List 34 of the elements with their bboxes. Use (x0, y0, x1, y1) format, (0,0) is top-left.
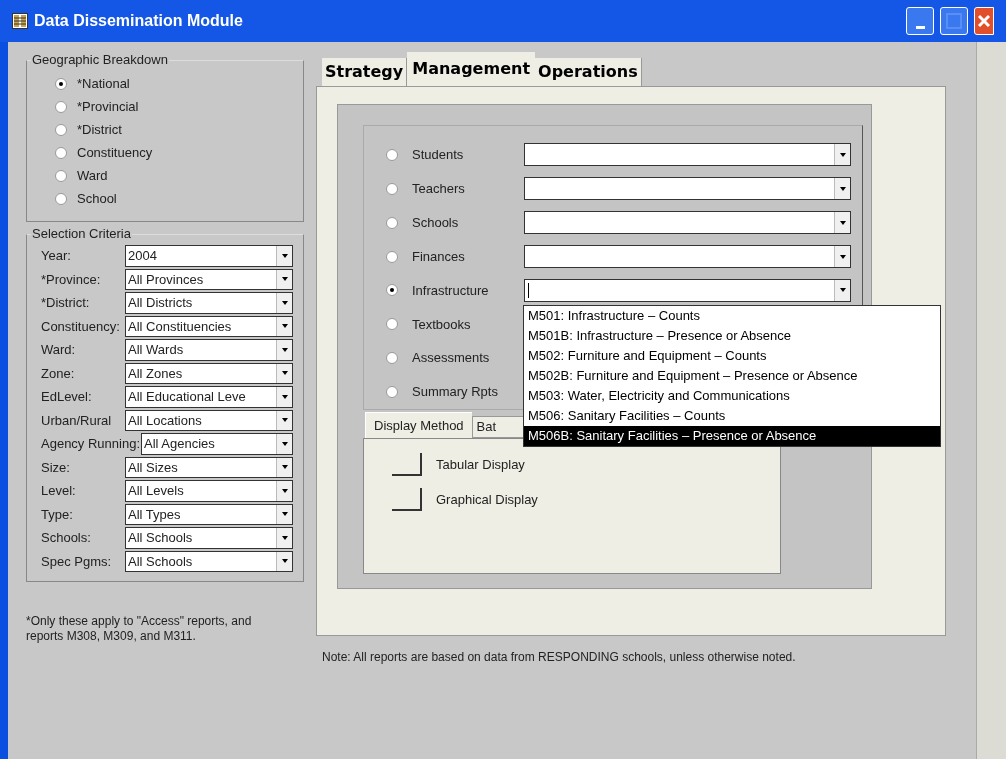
field-label: EdLevel: (41, 388, 93, 406)
radio-label: *Provincial (77, 98, 139, 117)
field-label: Spec Pgms: (41, 552, 113, 571)
field-label: *Province: (41, 270, 102, 289)
radio-label: Constituency (77, 144, 153, 163)
field-label: Zone: (41, 364, 76, 383)
radio-label: School (77, 190, 117, 209)
field-label: *District: (41, 294, 91, 312)
radio-label: Schools (412, 213, 460, 232)
field-label: Type: (41, 505, 74, 524)
radio-label: Infrastructure (412, 281, 490, 300)
field-label: Agency Running: (41, 435, 141, 453)
field-label: Constituency: (41, 317, 121, 336)
radio-label: *District (77, 121, 122, 140)
footnote: *Only these apply to "Access" reports, and reports M308, M309, and M311. (26, 614, 253, 644)
button-label: Tabular Display (436, 455, 525, 474)
field-label: Urban/Rural (41, 411, 113, 430)
group-title: Geographic Breakdown (31, 52, 169, 68)
radio-label: *National (77, 75, 130, 94)
field-label: Ward: (41, 341, 77, 359)
button-label: Graphical Display (436, 490, 538, 509)
radio-label: Summary Rpts (412, 383, 499, 402)
field-label: Level: (41, 482, 77, 500)
radio-label: Ward (77, 167, 108, 186)
field-label: Schools: (41, 529, 92, 547)
radio-label: Finances (412, 247, 466, 266)
note-text: Note: All reports are based on data from RESPONDING schools, unless otherwise noted. (322, 649, 797, 666)
field-label: Size: (41, 458, 71, 477)
radio-label: Teachers (412, 180, 466, 199)
radio-label: Students (412, 146, 465, 165)
radio-label: Assessments (412, 349, 491, 368)
window-title: Data Dissemination Module (34, 11, 243, 31)
field-label: Year: (41, 247, 72, 265)
radio-label: Textbooks (412, 315, 472, 334)
